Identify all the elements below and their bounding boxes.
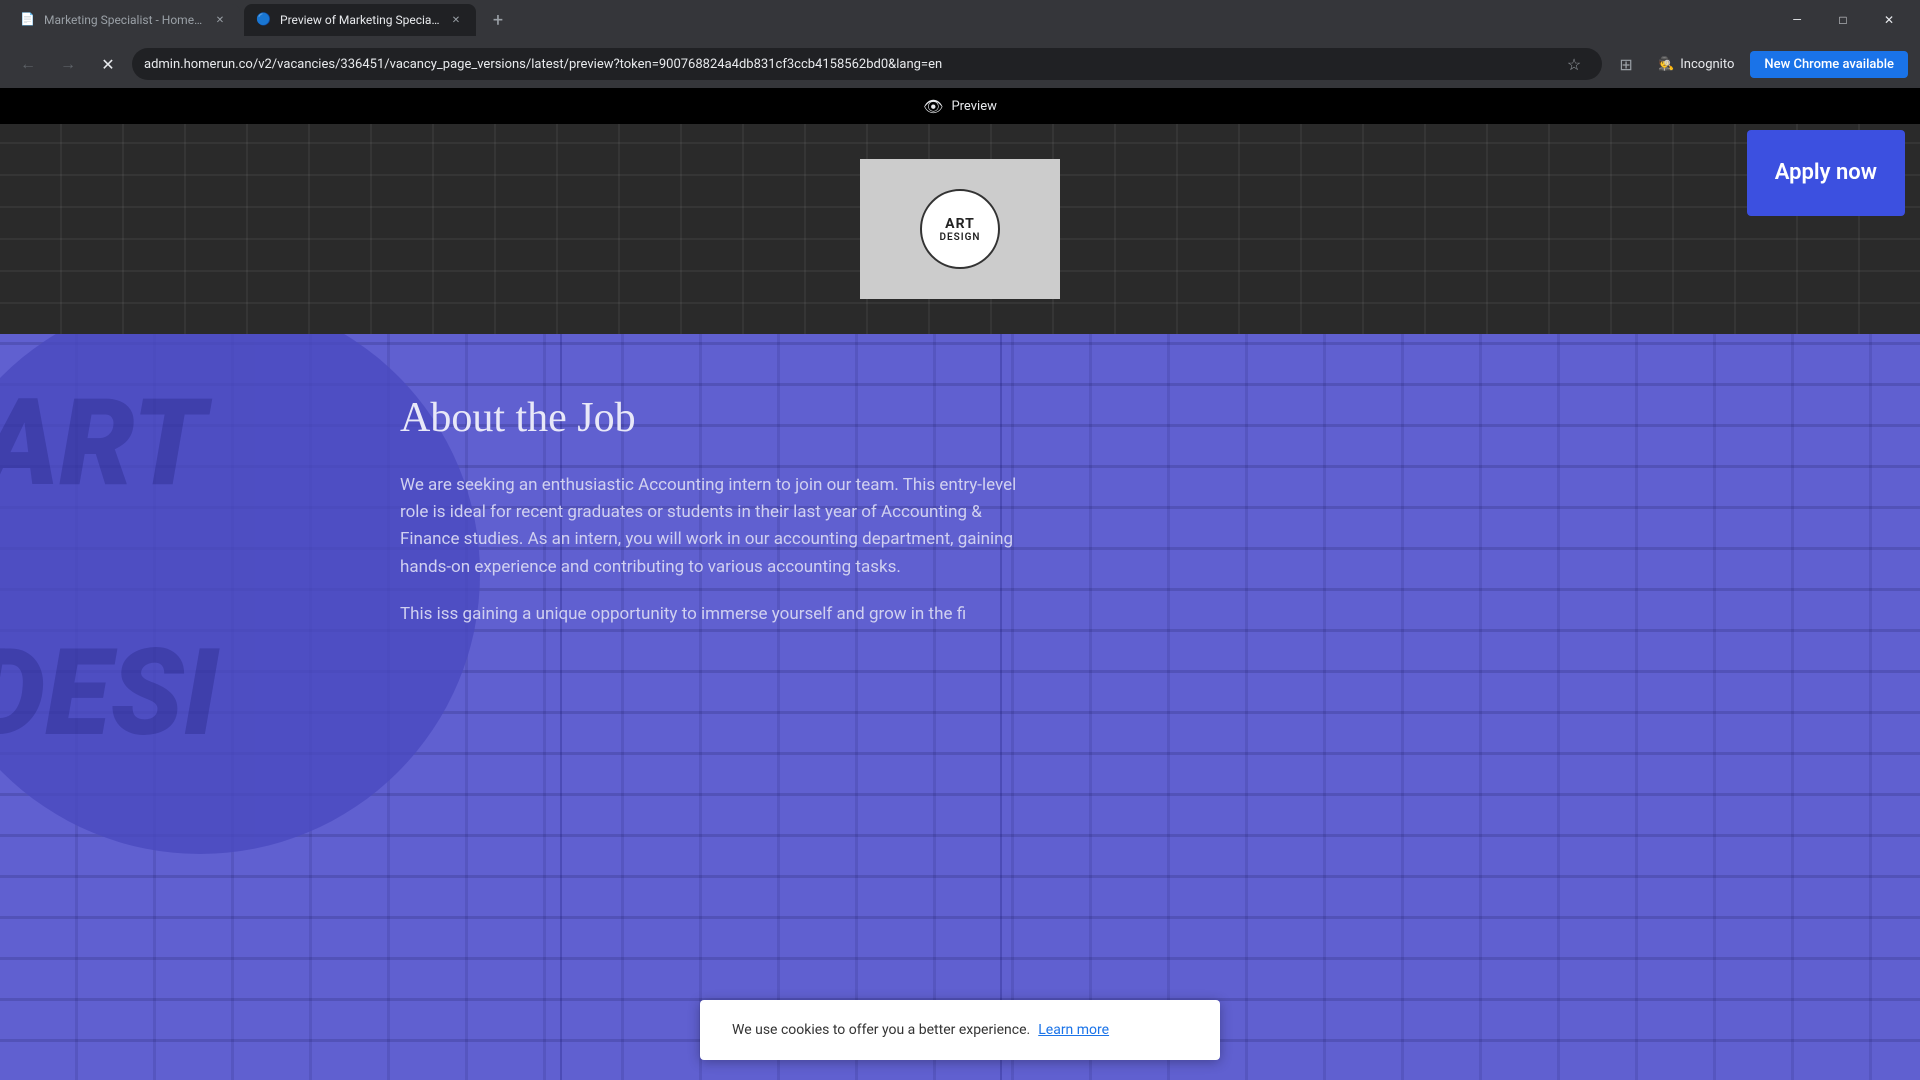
tab-2-close[interactable]: ✕ [448,12,464,28]
watermark-line1: ART [0,384,206,504]
tab-1-close[interactable]: ✕ [212,12,228,28]
maximize-button[interactable]: □ [1820,4,1866,36]
about-paragraph-2: This iss gaining a unique opportunity to… [400,601,1040,628]
minimize-button[interactable]: — [1774,4,1820,36]
watermark-line2: DESI [0,634,219,754]
tab-1-favicon: 📄 [20,12,36,28]
forward-button[interactable]: → [52,48,84,80]
preview-label: Preview [951,99,996,114]
apply-now-button[interactable]: Apply now [1747,130,1905,216]
toolbar: ← → ✕ admin.homerun.co/v2/vacancies/3364… [0,40,1920,88]
address-bar[interactable]: admin.homerun.co/v2/vacancies/336451/vac… [132,48,1602,80]
hero-section: ART DESIGN [0,124,1920,334]
back-button[interactable]: ← [12,48,44,80]
close-button[interactable]: ✕ [1866,4,1912,36]
bookmark-icon[interactable]: ☆ [1558,48,1590,80]
logo-art-text: ART [945,216,975,232]
logo-design-text: DESIGN [939,232,980,243]
tab-1[interactable]: 📄 Marketing Specialist - Homerun ✕ [8,4,240,36]
preview-icon: 👁 [923,97,943,116]
tab-2-title: Preview of Marketing Specialis... [280,13,440,27]
cookie-banner: We use cookies to offer you a better exp… [700,1000,1220,1060]
extensions-icon[interactable]: ⊞ [1610,48,1642,80]
reload-button[interactable]: ✕ [92,48,124,80]
title-bar: 📄 Marketing Specialist - Homerun ✕ 🔵 Pre… [0,0,1920,40]
cookie-text: We use cookies to offer you a better exp… [732,1022,1030,1038]
toolbar-actions: ⊞ 🕵 Incognito New Chrome available [1610,48,1908,80]
learn-more-link[interactable]: Learn more [1038,1022,1109,1038]
new-chrome-button[interactable]: New Chrome available [1750,51,1908,78]
browser-frame: 📄 Marketing Specialist - Homerun ✕ 🔵 Pre… [0,0,1920,1080]
logo-container: ART DESIGN [860,159,1060,299]
incognito-icon: 🕵 [1658,57,1674,72]
tab-1-title: Marketing Specialist - Homerun [44,13,204,27]
about-heading: About the Job [400,394,1040,442]
tab-2[interactable]: 🔵 Preview of Marketing Specialis... ✕ [244,4,476,36]
tab-2-favicon: 🔵 [256,12,272,28]
about-paragraph-1: We are seeking an enthusiastic Accountin… [400,472,1040,581]
preview-bar: 👁 Preview [0,88,1920,124]
page-content: Apply now ART DESIGN ART DESI [0,124,1920,1080]
incognito-label: Incognito [1680,57,1734,72]
main-section: ART DESI About the Job We are seeking an… [0,334,1920,1080]
content-area: About the Job We are seeking an enthusia… [380,334,1080,688]
address-text: admin.homerun.co/v2/vacancies/336451/vac… [144,57,1550,72]
company-logo: ART DESIGN [920,189,1000,269]
new-tab-button[interactable]: + [484,6,512,34]
incognito-button[interactable]: 🕵 Incognito [1646,51,1746,78]
